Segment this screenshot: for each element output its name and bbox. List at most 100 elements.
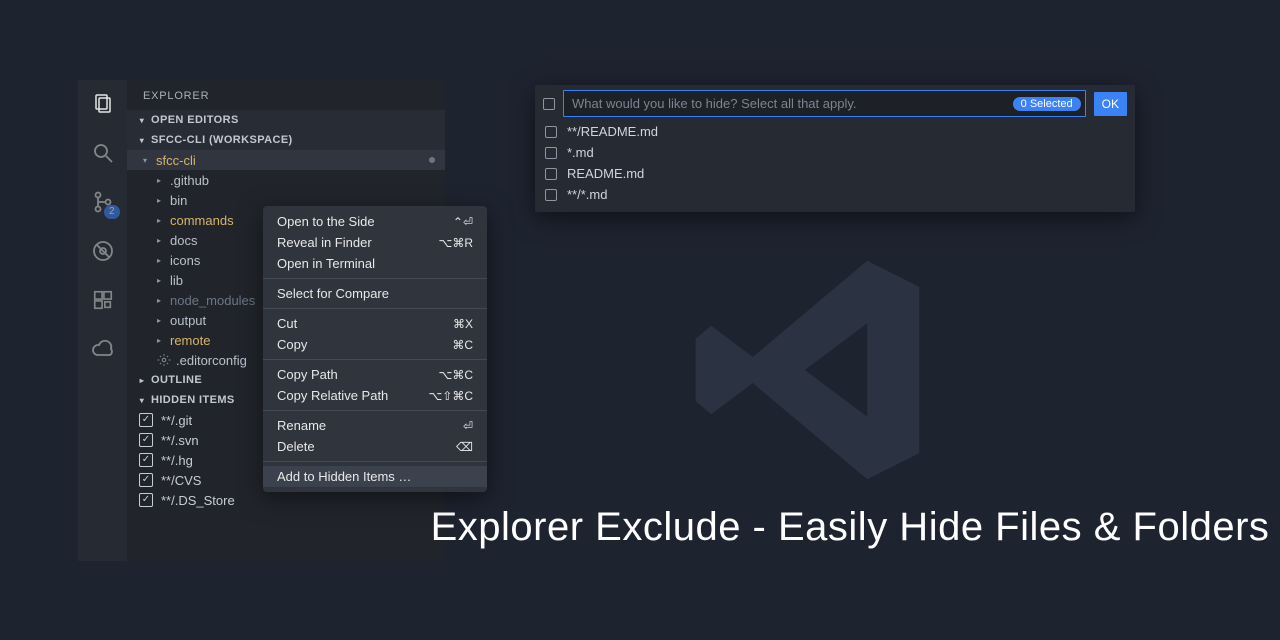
quick-pick-input[interactable]	[563, 90, 1086, 117]
menu-add-hidden[interactable]: Add to Hidden Items …	[263, 466, 487, 487]
workspace-header[interactable]: ▾ SFCC-CLI (WORKSPACE)	[127, 130, 445, 150]
chevron-right-icon: ▸	[157, 256, 165, 265]
source-control-icon[interactable]: 2	[89, 188, 117, 216]
tree-item-label: remote	[170, 333, 210, 348]
tree-item-label: docs	[170, 233, 197, 248]
menu-copy[interactable]: Copy ⌘C	[263, 334, 487, 355]
checkbox-checked-icon[interactable]	[139, 473, 153, 487]
activity-bar: 2	[78, 80, 127, 561]
scm-badge: 2	[104, 205, 120, 219]
tree-root[interactable]: ▾ sfcc-cli	[127, 150, 445, 170]
quick-pick-option[interactable]: *.md	[540, 142, 1130, 163]
chevron-down-icon: ▾	[137, 116, 147, 125]
checkbox-icon[interactable]	[545, 147, 557, 159]
cloud-icon[interactable]	[89, 335, 117, 363]
tagline-text: Explorer Exclude - Easily Hide Files & F…	[0, 505, 1280, 550]
menu-label: Reveal in Finder	[277, 235, 372, 250]
gear-icon	[157, 353, 171, 367]
menu-separator	[263, 461, 487, 462]
tree-item-label: node_modules	[170, 293, 255, 308]
menu-label: Copy Path	[277, 367, 338, 382]
menu-shortcut: ⌥⌘C	[439, 368, 474, 382]
chevron-right-icon: ▸	[157, 276, 165, 285]
hidden-item-label: **/.git	[161, 413, 192, 428]
tree-item-label: output	[170, 313, 206, 328]
option-label: *.md	[567, 145, 594, 160]
quick-pick-panel: 0 Selected OK **/README.md *.md README.m…	[535, 85, 1135, 212]
select-all-checkbox[interactable]	[543, 98, 555, 110]
explorer-icon[interactable]	[89, 90, 117, 118]
option-label: **/README.md	[567, 124, 658, 139]
chevron-right-icon: ▸	[157, 216, 165, 225]
menu-open-terminal[interactable]: Open in Terminal	[263, 253, 487, 274]
extensions-icon[interactable]	[89, 286, 117, 314]
workspace-label: SFCC-CLI (WORKSPACE)	[151, 134, 293, 146]
menu-shortcut: ⌘X	[453, 317, 473, 331]
checkbox-icon[interactable]	[545, 168, 557, 180]
menu-label: Rename	[277, 418, 326, 433]
chevron-right-icon: ▸	[137, 376, 147, 385]
checkbox-checked-icon[interactable]	[139, 433, 153, 447]
menu-label: Select for Compare	[277, 286, 389, 301]
search-icon[interactable]	[89, 139, 117, 167]
tree-item-label: commands	[170, 213, 234, 228]
menu-label: Delete	[277, 439, 315, 454]
modified-indicator-icon	[429, 157, 435, 163]
chevron-down-icon: ▾	[143, 156, 151, 165]
menu-separator	[263, 359, 487, 360]
backspace-icon: ⌫	[456, 440, 473, 454]
panel-title: EXPLORER	[127, 80, 445, 110]
chevron-right-icon: ▸	[157, 316, 165, 325]
menu-delete[interactable]: Delete ⌫	[263, 436, 487, 457]
checkbox-checked-icon[interactable]	[139, 453, 153, 467]
quick-pick-option[interactable]: **/README.md	[540, 121, 1130, 142]
menu-separator	[263, 308, 487, 309]
menu-copy-rel-path[interactable]: Copy Relative Path ⌥⇧⌘C	[263, 385, 487, 406]
menu-copy-path[interactable]: Copy Path ⌥⌘C	[263, 364, 487, 385]
chevron-down-icon: ▾	[137, 396, 147, 405]
ok-button[interactable]: OK	[1094, 92, 1127, 116]
tree-item-label: bin	[170, 193, 187, 208]
tree-item-label: lib	[170, 273, 183, 288]
chevron-right-icon: ▸	[157, 236, 165, 245]
chevron-down-icon: ▾	[137, 136, 147, 145]
tree-item-label: .github	[170, 173, 209, 188]
menu-label: Open to the Side	[277, 214, 375, 229]
open-editors-header[interactable]: ▾ OPEN EDITORS	[127, 110, 445, 130]
chevron-right-icon: ▸	[157, 176, 165, 185]
quick-pick-options: **/README.md *.md README.md **/*.md	[540, 121, 1130, 205]
menu-label: Cut	[277, 316, 297, 331]
menu-rename[interactable]: Rename ⏎	[263, 415, 487, 436]
menu-select-compare[interactable]: Select for Compare	[263, 283, 487, 304]
quick-pick-option[interactable]: README.md	[540, 163, 1130, 184]
debug-icon[interactable]	[89, 237, 117, 265]
chevron-right-icon: ▸	[157, 196, 165, 205]
open-editors-label: OPEN EDITORS	[151, 114, 239, 126]
menu-cut[interactable]: Cut ⌘X	[263, 313, 487, 334]
checkbox-icon[interactable]	[545, 189, 557, 201]
quick-pick-option[interactable]: **/*.md	[540, 184, 1130, 205]
menu-reveal-finder[interactable]: Reveal in Finder⌥⌘R	[263, 232, 487, 253]
checkbox-icon[interactable]	[545, 126, 557, 138]
selected-count-badge: 0 Selected	[1013, 97, 1081, 111]
menu-shortcut: ⌃⏎	[453, 215, 473, 229]
menu-shortcut: ⌥⇧⌘C	[428, 389, 473, 403]
vscode-logo-watermark	[680, 240, 940, 500]
chevron-right-icon: ▸	[157, 336, 165, 345]
tree-item-label: icons	[170, 253, 200, 268]
hidden-item-label: **/.svn	[161, 433, 199, 448]
chevron-right-icon: ▸	[157, 296, 165, 305]
tree-folder[interactable]: ▸ .github	[127, 170, 445, 190]
menu-separator	[263, 410, 487, 411]
hidden-item-label: **/CVS	[161, 473, 201, 488]
menu-label: Add to Hidden Items …	[277, 469, 411, 484]
tree-root-label: sfcc-cli	[156, 153, 196, 168]
context-menu: Open to the Side ⌃⏎ Reveal in Finder⌥⌘R O…	[263, 206, 487, 492]
menu-label: Copy Relative Path	[277, 388, 388, 403]
checkbox-checked-icon[interactable]	[139, 413, 153, 427]
option-label: README.md	[567, 166, 644, 181]
menu-open-side[interactable]: Open to the Side ⌃⏎	[263, 211, 487, 232]
menu-label: Copy	[277, 337, 307, 352]
menu-shortcut: ⏎	[463, 419, 473, 433]
menu-shortcut: ⌘C	[452, 338, 473, 352]
